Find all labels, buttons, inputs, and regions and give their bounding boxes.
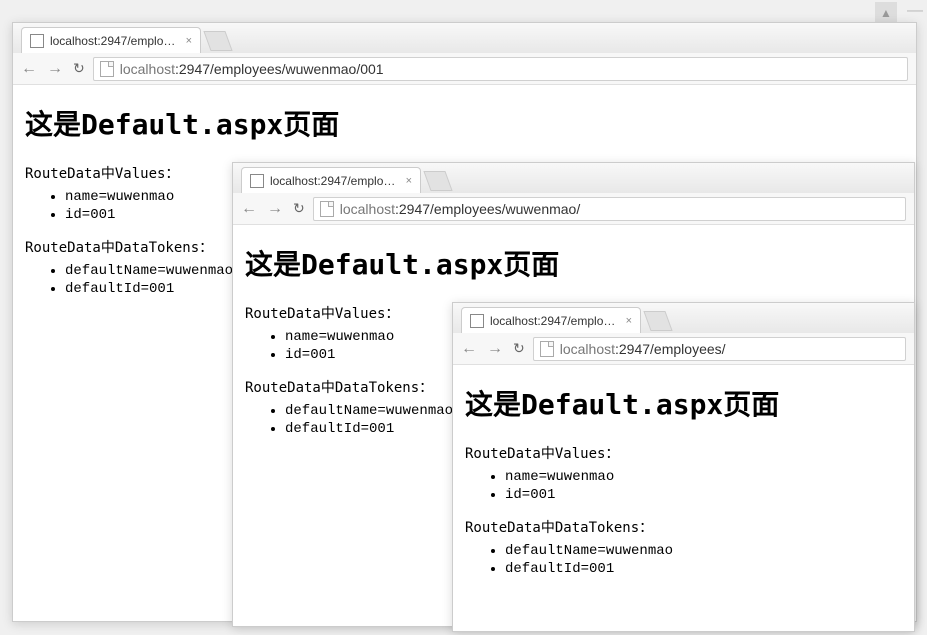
- tokens-heading: RouteData中DataTokens：: [465, 517, 902, 537]
- forward-icon[interactable]: →: [47, 60, 63, 78]
- page-title: 这是Default.aspx页面: [245, 243, 902, 283]
- nav-controls: ← → ↻: [461, 340, 525, 358]
- tab-title: localhost:2947/employe: [270, 174, 396, 188]
- url-text: localhost:2947/employees/: [560, 341, 726, 357]
- page-icon: [30, 34, 44, 48]
- address-input[interactable]: localhost:2947/employees/wuwenmao/001: [93, 57, 908, 81]
- close-icon[interactable]: ×: [626, 315, 632, 327]
- list-item: defaultId=001: [505, 561, 902, 577]
- address-input[interactable]: localhost:2947/employees/: [533, 337, 906, 361]
- browser-window-3: localhost:2947/employe × ← → ↻ localhost…: [452, 302, 915, 632]
- close-icon[interactable]: ×: [186, 35, 192, 47]
- reload-icon[interactable]: ↻: [513, 340, 525, 357]
- tokens-list: defaultName=wuwenmao defaultId=001: [465, 543, 902, 577]
- new-tab-button[interactable]: [423, 171, 452, 191]
- reload-icon[interactable]: ↻: [293, 200, 305, 217]
- nav-controls: ← → ↻: [21, 60, 85, 78]
- list-item: defaultName=wuwenmao: [505, 543, 902, 559]
- list-item: name=wuwenmao: [505, 469, 902, 485]
- url-text: localhost:2947/employees/wuwenmao/: [340, 201, 581, 217]
- address-input[interactable]: localhost:2947/employees/wuwenmao/: [313, 197, 906, 221]
- forward-icon[interactable]: →: [267, 200, 283, 218]
- values-list: name=wuwenmao id=001: [465, 469, 902, 503]
- forward-icon[interactable]: →: [487, 340, 503, 358]
- browser-tab[interactable]: localhost:2947/employe ×: [21, 27, 201, 53]
- url-bar: ← → ↻ localhost:2947/employees/wuwenmao/…: [13, 53, 916, 85]
- user-icon[interactable]: ▲: [875, 2, 897, 24]
- tab-bar: localhost:2947/employe ×: [13, 23, 916, 53]
- tab-bar: localhost:2947/employe ×: [453, 303, 914, 333]
- paper-icon: [100, 61, 114, 77]
- window-minimize-icon[interactable]: —: [907, 2, 923, 20]
- values-heading: RouteData中Values：: [465, 443, 902, 463]
- url-text: localhost:2947/employees/wuwenmao/001: [120, 61, 384, 77]
- nav-controls: ← → ↻: [241, 200, 305, 218]
- paper-icon: [320, 201, 334, 217]
- browser-tab[interactable]: localhost:2947/employe ×: [461, 307, 641, 333]
- tab-bar: localhost:2947/employe ×: [233, 163, 914, 193]
- page-icon: [250, 174, 264, 188]
- page-content: 这是Default.aspx页面 RouteData中Values： name=…: [453, 365, 914, 631]
- page-title: 这是Default.aspx页面: [465, 383, 902, 423]
- paper-icon: [540, 341, 554, 357]
- new-tab-button[interactable]: [643, 311, 672, 331]
- close-icon[interactable]: ×: [406, 175, 412, 187]
- url-bar: ← → ↻ localhost:2947/employees/: [453, 333, 914, 365]
- tab-title: localhost:2947/employe: [50, 34, 176, 48]
- reload-icon[interactable]: ↻: [73, 60, 85, 77]
- back-icon[interactable]: ←: [241, 200, 257, 218]
- url-bar: ← → ↻ localhost:2947/employees/wuwenmao/: [233, 193, 914, 225]
- back-icon[interactable]: ←: [21, 60, 37, 78]
- back-icon[interactable]: ←: [461, 340, 477, 358]
- page-title: 这是Default.aspx页面: [25, 103, 904, 143]
- new-tab-button[interactable]: [203, 31, 232, 51]
- list-item: id=001: [505, 487, 902, 503]
- tab-title: localhost:2947/employe: [490, 314, 616, 328]
- page-icon: [470, 314, 484, 328]
- browser-tab[interactable]: localhost:2947/employe ×: [241, 167, 421, 193]
